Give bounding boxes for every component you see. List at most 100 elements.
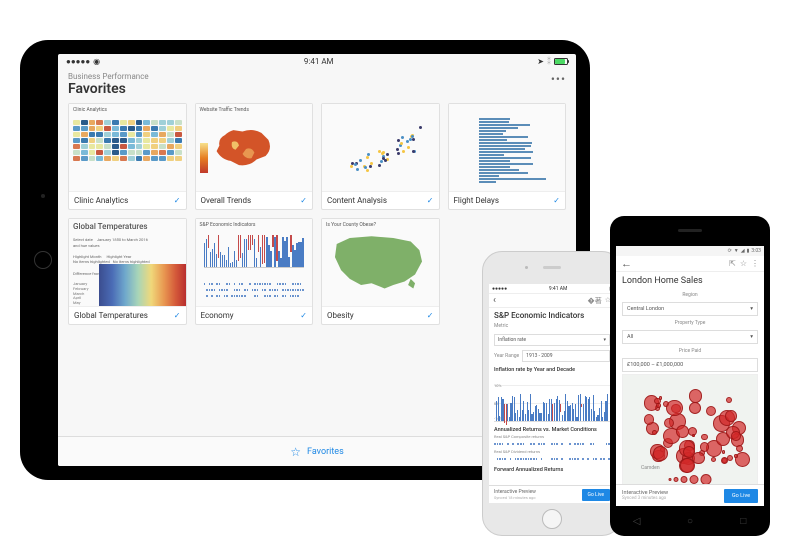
bluetooth-icon: ⁑: [547, 57, 551, 66]
iphone-speaker: [543, 266, 561, 269]
us-map-icon: [328, 231, 432, 294]
battery-icon: ▮: [747, 248, 750, 254]
iphone-camera: [525, 266, 528, 269]
metric-dropdown[interactable]: Inflation rate▾: [494, 334, 610, 346]
back-button[interactable]: ←: [621, 257, 632, 270]
back-button[interactable]: ‹: [493, 295, 496, 306]
card-title: Content Analysis: [327, 196, 387, 205]
footer-sync: Synced 3 minutes ago: [622, 496, 668, 501]
card-title: Clinic Analytics: [74, 196, 128, 205]
footer-sync: Synced 18 minutes ago: [494, 495, 536, 500]
more-menu-button[interactable]: •••: [551, 72, 566, 86]
signal-dots-icon: ●●●●●: [66, 57, 90, 66]
ipad-camera: [41, 194, 45, 198]
ipad-status-bar: ●●●●●◉ 9:41 AM ➤⁑: [58, 54, 576, 68]
thumb-economy: S&P Economic Indicators: [196, 219, 313, 307]
iphone-status-bar: ●●●●● 9:41 AM ▮: [489, 284, 615, 294]
card-flight-delays[interactable]: Flight Delays ✓: [448, 103, 567, 210]
check-icon: ✓: [427, 311, 434, 320]
card-economy[interactable]: S&P Economic Indicators Economy ✓: [195, 218, 314, 325]
thumb-content: [322, 104, 439, 192]
back-soft-key[interactable]: ◁: [631, 515, 643, 527]
report-title: London Home Sales: [616, 272, 764, 290]
gt-month-labels: January February March April May: [73, 282, 89, 306]
thumb-title: Global Temperatures: [73, 222, 147, 231]
card-obesity[interactable]: Is Your County Obese? Obesity ✓: [321, 218, 440, 325]
type-label: Property Type: [616, 318, 764, 328]
more-icon[interactable]: ⋮: [751, 259, 759, 268]
recent-soft-key[interactable]: □: [737, 515, 749, 527]
share-icon[interactable]: ⇱: [729, 259, 736, 268]
clock: 3:03: [751, 248, 761, 254]
inflation-chart: 10% 0% -10%: [494, 376, 610, 422]
tab-favorites[interactable]: Favorites: [307, 447, 344, 457]
region-label: Region: [616, 290, 764, 300]
card-global-temps[interactable]: Global Temperatures Select date January …: [68, 218, 187, 325]
section-inflation: Inflation rate by Year and Decade: [489, 364, 615, 374]
card-title: Obesity: [327, 311, 354, 320]
thumb-delays: [449, 104, 566, 192]
price-label: Price Paid: [616, 346, 764, 356]
ipad-home-button[interactable]: [34, 251, 52, 269]
thumb-title: Clinic Analytics: [73, 107, 107, 113]
signal-dots-icon: ●●●●●: [492, 286, 507, 292]
price-field[interactable]: £100,000 – £1,000,000: [622, 358, 758, 372]
color-legend: [200, 143, 208, 173]
page-title: Favorites: [68, 81, 566, 97]
type-dropdown[interactable]: All▾: [622, 330, 758, 344]
chevron-down-icon: ▾: [750, 306, 753, 312]
region-dropdown[interactable]: Central London▾: [622, 302, 758, 316]
check-icon: ✓: [300, 311, 307, 320]
signal-icon: ◢: [741, 248, 745, 254]
iphone-footer: Interactive Preview Synced 18 minutes ag…: [489, 485, 615, 503]
iphone-home-button[interactable]: [542, 509, 562, 529]
london-map[interactable]: Camden: [622, 374, 758, 490]
card-content-analysis[interactable]: Content Analysis✓: [321, 103, 440, 210]
home-soft-key[interactable]: ○: [684, 515, 696, 527]
star-icon[interactable]: ☆: [740, 259, 747, 268]
card-overall-trends[interactable]: Website Traffic Trends Overall Trends ✓: [195, 103, 314, 210]
iphone-screen: ●●●●● 9:41 AM ▮ ‹ �著 ☆ S&P Economic Indi…: [489, 284, 615, 503]
android-soft-keys: ◁ ○ □: [610, 512, 770, 530]
clock: 9:41 AM: [549, 286, 568, 292]
check-icon: ✓: [553, 196, 560, 205]
check-icon: ✓: [174, 196, 181, 205]
gt-heatmap: [99, 264, 186, 306]
battery-icon: [554, 58, 568, 65]
chevron-down-icon: ▾: [750, 334, 753, 340]
card-clinic-analytics[interactable]: Clinic Analytics Clinic Analytics ✓: [68, 103, 187, 210]
check-icon: ✓: [300, 196, 307, 205]
range-field[interactable]: 1913 - 2009: [522, 350, 610, 362]
card-title: Flight Delays: [454, 196, 499, 205]
go-live-button[interactable]: Go Live: [582, 489, 610, 501]
thumb-clinic: Clinic Analytics: [69, 104, 186, 192]
map-label-camden: Camden: [641, 465, 660, 471]
location-icon: ➤: [537, 57, 544, 66]
chevron-down-icon: ▾: [603, 337, 606, 343]
row-label: Real S&P Composite returns: [489, 434, 615, 439]
section-forward: Forward Annualized Returns: [489, 464, 615, 474]
section-returns: Annualized Returns vs. Market Conditions: [489, 424, 615, 434]
ipad-header: Business Performance Favorites: [58, 68, 576, 103]
breadcrumb[interactable]: Business Performance: [68, 72, 566, 81]
thumb-global-temps: Global Temperatures Select date January …: [69, 219, 186, 307]
check-icon: ✓: [174, 311, 181, 320]
range-label: Year Range: [494, 353, 519, 359]
card-title: Overall Trends: [201, 196, 252, 205]
card-title: Economy: [201, 311, 234, 320]
wifi-icon: ▼: [734, 248, 739, 254]
report-title: S&P Economic Indicators: [489, 308, 615, 323]
china-map-icon: [211, 124, 281, 174]
bookmark-icon[interactable]: �著: [588, 296, 602, 306]
star-icon[interactable]: ☆: [290, 445, 301, 459]
thumb-trends: Website Traffic Trends: [196, 104, 313, 192]
go-live-button[interactable]: Go Live: [724, 489, 758, 503]
wifi-icon: ◉: [93, 57, 100, 66]
thumb-title: S&P Economic Indicators: [200, 222, 256, 228]
card-title: Global Temperatures: [74, 311, 148, 320]
clock: 9:41 AM: [304, 57, 334, 66]
thumb-obesity: Is Your County Obese?: [322, 219, 439, 307]
android-status-bar: ⟳ ▼ ◢ ▮ 3:03: [616, 246, 764, 256]
thumb-title: Is Your County Obese?: [326, 222, 376, 228]
sync-icon: ⟳: [728, 248, 732, 254]
